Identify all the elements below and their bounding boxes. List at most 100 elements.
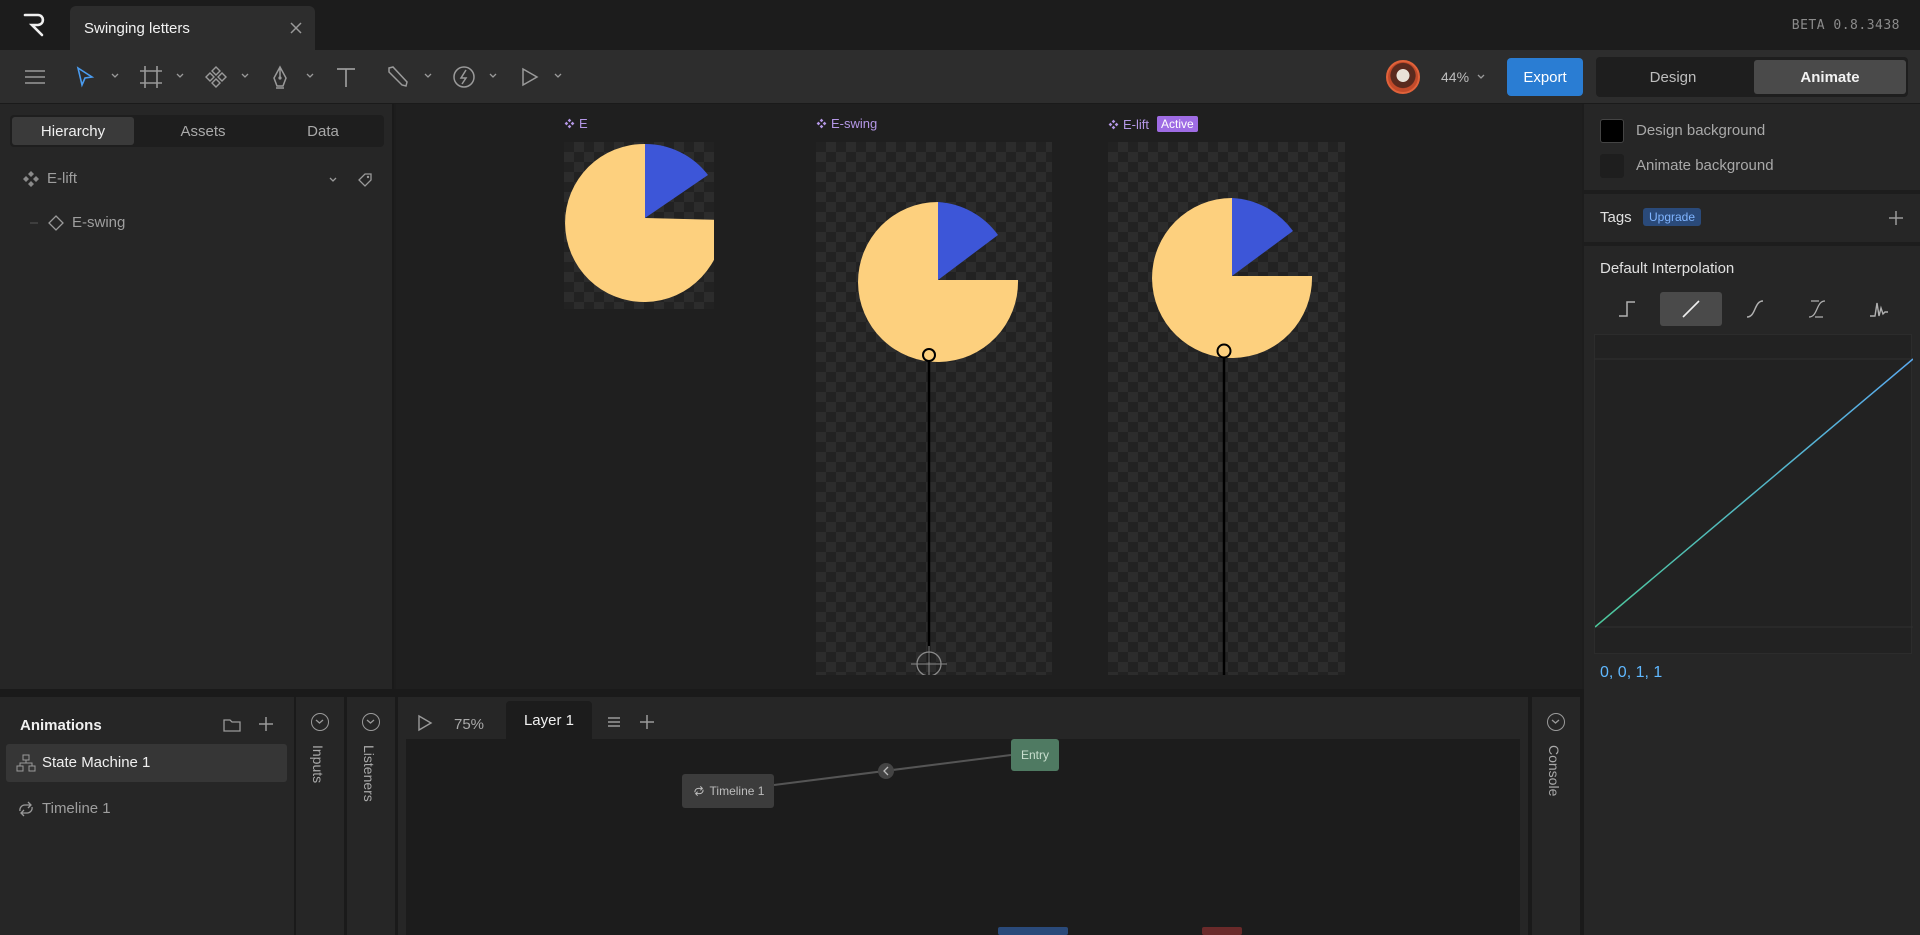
active-badge: Active bbox=[1157, 116, 1198, 132]
component-icon bbox=[564, 118, 575, 129]
artboard-name: E-swing bbox=[831, 116, 878, 131]
left-panel-tabs: Hierarchy Assets Data bbox=[10, 115, 384, 147]
expand-listeners-button[interactable] bbox=[362, 713, 380, 731]
close-icon[interactable] bbox=[287, 19, 305, 37]
swing-shape bbox=[858, 202, 1019, 675]
artboard-label-e-swing[interactable]: E-swing bbox=[816, 116, 877, 131]
timeline-label: Timeline 1 bbox=[42, 800, 111, 817]
chevron-down-icon[interactable] bbox=[553, 72, 563, 80]
interpolation-mode-buttons bbox=[1596, 292, 1916, 326]
list-item-state-machine[interactable]: State Machine 1 bbox=[6, 744, 287, 782]
title-bar: Swinging letters BETA 0.8.3438 bbox=[0, 0, 1920, 50]
list-item-timeline[interactable]: Timeline 1 bbox=[6, 790, 287, 828]
chevron-down-icon[interactable] bbox=[423, 72, 433, 80]
chevron-down-icon[interactable] bbox=[175, 72, 185, 80]
tab-hierarchy[interactable]: Hierarchy bbox=[12, 117, 134, 145]
menu-icon[interactable] bbox=[22, 62, 48, 92]
interpolation-curve bbox=[1595, 358, 1913, 628]
elastic-interpolation-button[interactable] bbox=[1848, 292, 1910, 326]
inputs-panel[interactable]: Inputs bbox=[296, 697, 344, 935]
chevron-down-icon[interactable] bbox=[1476, 73, 1486, 81]
export-button[interactable]: Export bbox=[1507, 58, 1583, 96]
folder-icon[interactable] bbox=[223, 717, 241, 733]
console-panel[interactable]: Console bbox=[1532, 697, 1580, 935]
play-icon[interactable] bbox=[516, 62, 542, 92]
state-machine-label: State Machine 1 bbox=[42, 754, 151, 771]
add-layer-icon[interactable] bbox=[638, 713, 656, 731]
upgrade-badge[interactable]: Upgrade bbox=[1643, 208, 1702, 226]
interpolation-section: Default Interpolation 0, 0, 1, 1 bbox=[1584, 246, 1920, 689]
list-icon[interactable] bbox=[606, 714, 622, 730]
chevron-down-icon[interactable] bbox=[110, 72, 120, 80]
pen-icon[interactable] bbox=[267, 62, 293, 92]
elastic-curve-icon bbox=[1870, 302, 1888, 317]
animate-background-swatch[interactable] bbox=[1600, 154, 1624, 178]
tags-section: Tags Upgrade bbox=[1584, 194, 1920, 242]
state-node-entry[interactable]: Entry bbox=[1011, 739, 1059, 771]
state-machine-panel: 75% Layer 1 Timeline 1 Entry bbox=[398, 697, 1528, 935]
loop-icon bbox=[19, 801, 33, 817]
linear-curve-icon bbox=[1682, 300, 1700, 318]
mode-switch: Design Animate bbox=[1596, 57, 1908, 97]
console-label: Console bbox=[1546, 745, 1562, 797]
bottom-right-panel bbox=[1584, 689, 1920, 935]
chevron-down-icon[interactable] bbox=[328, 176, 338, 184]
tab-data[interactable]: Data bbox=[262, 117, 384, 145]
expand-inputs-button[interactable] bbox=[311, 713, 329, 731]
chevron-down-icon[interactable] bbox=[305, 72, 315, 80]
design-background-swatch[interactable] bbox=[1600, 119, 1624, 143]
component-icon bbox=[23, 171, 39, 187]
listeners-panel[interactable]: Listeners bbox=[347, 697, 395, 935]
inspector-panel: Design background Animate background Tag… bbox=[1582, 104, 1920, 689]
tab-layer-1[interactable]: Layer 1 bbox=[506, 701, 592, 739]
artboard-e-swing[interactable] bbox=[816, 142, 1052, 675]
linear-interpolation-button[interactable] bbox=[1660, 292, 1722, 326]
component-icon[interactable] bbox=[203, 62, 229, 92]
add-tag-icon[interactable] bbox=[1886, 208, 1906, 228]
chevron-down-icon[interactable] bbox=[488, 72, 498, 80]
hierarchy-panel: Hierarchy Assets Data E-lift E-swing bbox=[0, 104, 394, 689]
artboard-label-e[interactable]: E bbox=[564, 116, 588, 131]
bone-icon[interactable] bbox=[385, 62, 411, 92]
state-machine-zoom[interactable]: 75% bbox=[454, 716, 484, 733]
avatar[interactable] bbox=[1386, 60, 1420, 94]
loop-icon bbox=[694, 785, 704, 797]
custom-cubic-interpolation-button[interactable] bbox=[1786, 292, 1848, 326]
lift-shape bbox=[1152, 198, 1313, 675]
tree-item-label: E-lift bbox=[47, 170, 77, 187]
zoom-level[interactable]: 44% bbox=[1441, 69, 1469, 85]
tag-icon[interactable] bbox=[356, 171, 374, 189]
tree-item-e-swing[interactable]: E-swing bbox=[30, 210, 330, 236]
bottom-area: Animations State Machine 1 Timeline 1 In… bbox=[0, 689, 1920, 935]
hold-interpolation-button[interactable] bbox=[1596, 292, 1658, 326]
transition-lines bbox=[773, 754, 1242, 935]
tab-assets[interactable]: Assets bbox=[142, 117, 264, 145]
expand-console-button[interactable] bbox=[1547, 713, 1565, 731]
chevron-down-icon[interactable] bbox=[240, 72, 250, 80]
artboard-label-e-lift[interactable]: E-lift Active bbox=[1108, 116, 1198, 132]
cubic-interpolation-button[interactable] bbox=[1724, 292, 1786, 326]
animate-mode-button[interactable]: Animate bbox=[1754, 60, 1906, 94]
design-mode-button[interactable]: Design bbox=[1598, 60, 1748, 94]
state-node-label: Timeline 1 bbox=[709, 784, 765, 798]
add-icon[interactable] bbox=[257, 715, 275, 733]
select-arrow-icon[interactable] bbox=[72, 62, 98, 92]
state-node-timeline[interactable]: Timeline 1 bbox=[682, 774, 774, 808]
custom-cubic-curve-icon bbox=[1808, 300, 1826, 318]
state-machine-graph[interactable]: Timeline 1 Entry bbox=[406, 739, 1520, 935]
tree-item-e-lift[interactable]: E-lift bbox=[22, 166, 377, 192]
play-icon[interactable] bbox=[414, 713, 434, 733]
constraint-icon[interactable] bbox=[451, 62, 477, 92]
rive-logo-icon[interactable] bbox=[18, 12, 52, 38]
text-icon[interactable] bbox=[333, 62, 359, 92]
document-tab[interactable]: Swinging letters bbox=[70, 6, 315, 50]
component-icon bbox=[1108, 119, 1119, 129]
artboard-name: E bbox=[579, 116, 588, 131]
frame-icon[interactable] bbox=[138, 62, 164, 92]
interpolation-curve-editor[interactable] bbox=[1594, 334, 1913, 654]
artboard-name: E-lift bbox=[1123, 116, 1149, 132]
tree-item-label: E-swing bbox=[72, 214, 126, 231]
canvas[interactable]: E E-swing E-lift Active bbox=[396, 104, 1582, 689]
artboard-e-lift[interactable] bbox=[1108, 142, 1345, 675]
artboard-e[interactable] bbox=[564, 142, 714, 309]
